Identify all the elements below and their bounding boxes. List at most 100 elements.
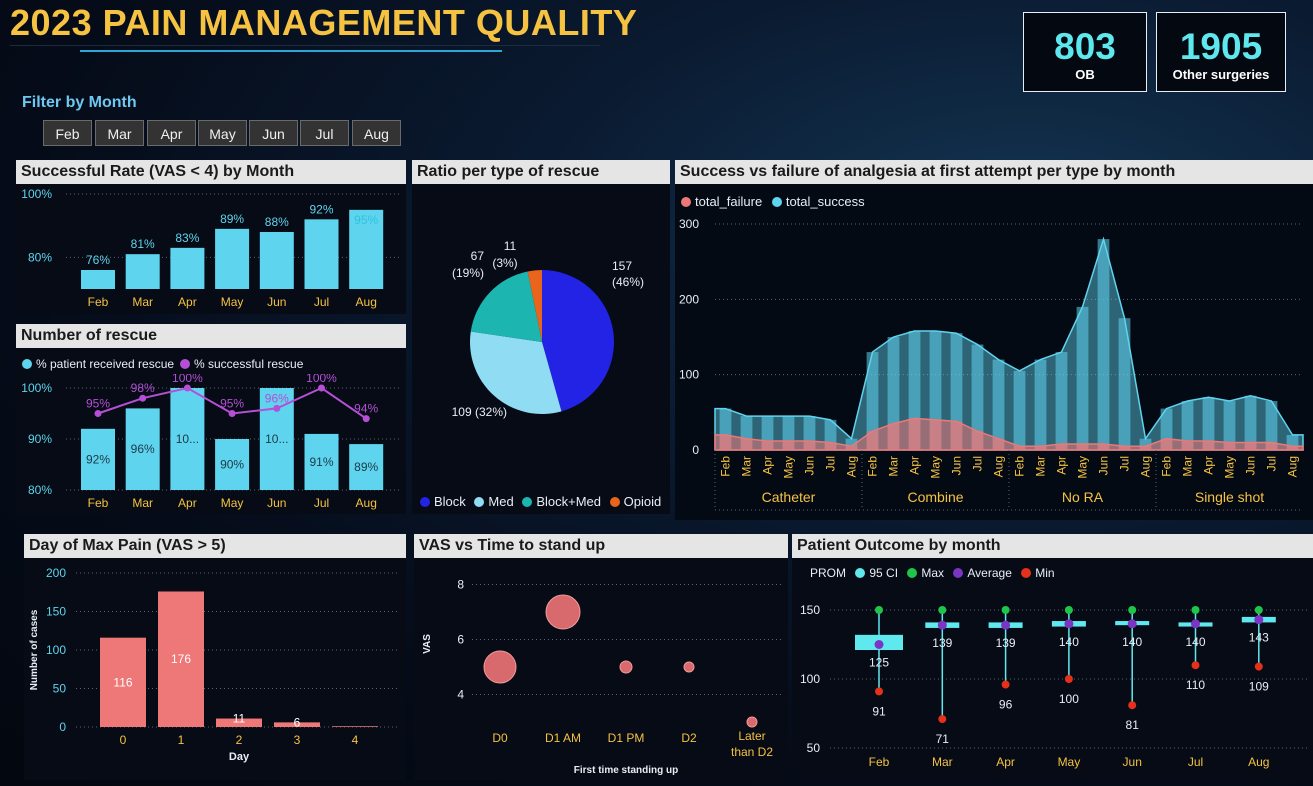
x-tick-label: Mar (1034, 456, 1048, 477)
x-tick-label: May (221, 295, 244, 309)
group-label: Combine (907, 489, 963, 505)
data-label: 176 (171, 652, 191, 666)
y-tick-label: 100 (679, 368, 699, 382)
x-tick-label: D0 (492, 731, 508, 745)
slice-pct: (19%) (452, 266, 484, 280)
month-button-jun[interactable]: Jun (249, 120, 298, 146)
legend-label: Max (921, 566, 945, 580)
filter-label: Filter by Month (22, 94, 137, 111)
failure-bar (1118, 446, 1131, 450)
legend-label: 95 CI (869, 566, 899, 580)
x-tick-label: Mar (932, 755, 953, 769)
x-tick-label: Mar (740, 456, 754, 477)
legend-dot-icon (855, 568, 866, 578)
min-point (1128, 701, 1137, 710)
failure-bar (866, 431, 879, 450)
y-tick-label: 6 (457, 633, 464, 647)
average-label: 125 (869, 656, 889, 670)
bar (125, 254, 160, 289)
y-tick-label: 4 (457, 688, 464, 702)
x-tick-label: 2 (236, 733, 243, 747)
ratio-legend: Block Med Block+Med Opioid (420, 494, 661, 509)
x-tick-label: Mar (1181, 456, 1195, 477)
month-button-jul[interactable]: Jul (300, 120, 349, 146)
line-label: 94% (354, 402, 378, 416)
month-button-apr[interactable]: Apr (147, 120, 196, 146)
max-pain-chart: 200150100500Number of cases 1160176111263… (29, 566, 399, 763)
legend-label: total_success (785, 194, 865, 209)
x-tick-label: Mar (887, 456, 901, 477)
x-tick-label: Mar (132, 496, 153, 510)
x-tick-label: Jul (1265, 456, 1279, 471)
kpi-card-other-surgeries: 1905 Other surgeries (1156, 12, 1286, 92)
month-button-aug[interactable]: Aug (352, 120, 401, 146)
month-button-feb[interactable]: Feb (43, 120, 92, 146)
kpi-other-value: 1905 (1179, 26, 1263, 67)
max-point (1064, 606, 1073, 614)
x-tick-label: Apr (996, 755, 1015, 769)
x-tick-label: Apr (178, 496, 197, 510)
scatter-point (483, 650, 517, 684)
x-tick-label: Apr (178, 295, 197, 309)
data-label: 92% (309, 202, 333, 216)
data-label: 76% (86, 253, 110, 267)
min-label: 96 (999, 698, 1013, 712)
analgesia-panel: Success vs failure of analgesia at first… (675, 160, 1313, 520)
average-label: 139 (996, 636, 1016, 650)
failure-bar (1223, 442, 1236, 450)
rescue-legend-successful: % successful rescue (180, 357, 303, 371)
month-button-may[interactable]: May (198, 120, 247, 146)
x-tick-label: Jun (1244, 456, 1258, 475)
x-axis-title: First time standing up (574, 765, 678, 776)
data-label: 116 (113, 675, 132, 689)
title-underline (80, 50, 502, 52)
failure-bar (1244, 442, 1257, 450)
legend-label: Block+Med (536, 494, 602, 509)
x-tick-label: Jun (803, 456, 817, 475)
x-tick-label: Aug (356, 295, 377, 309)
max-point (1254, 606, 1263, 614)
success-bar (1076, 306, 1089, 450)
legend-dot-icon (953, 568, 964, 578)
max-point (875, 606, 883, 614)
min-point (1064, 675, 1073, 683)
min-label: 100 (1059, 692, 1079, 706)
x-tick-label: Jun (267, 295, 286, 309)
rescue-chart: 100% 90% 80% 92% Feb 96% Mar 10... Apr 90% May 10..… (21, 374, 401, 510)
x-tick-label: Apr (761, 456, 775, 475)
data-label: 95% (354, 213, 378, 227)
legend-dot-icon (771, 197, 782, 207)
data-label: 91% (309, 455, 333, 469)
scatter-point (545, 594, 581, 630)
failure-bar (1055, 443, 1068, 450)
x-tick-label: Jul (1188, 755, 1203, 769)
line-label: 98% (131, 381, 155, 395)
failure-bar (1265, 442, 1278, 450)
success-rate-title: Successful Rate (VAS < 4) by Month (16, 160, 406, 184)
x-tick-label: D2 (681, 731, 697, 745)
x-tick-label: May (929, 456, 943, 479)
x-tick-label: Aug (1286, 456, 1300, 477)
min-label: 109 (1249, 680, 1269, 694)
x-tick-label: D1 PM (608, 731, 645, 745)
y-axis-title: Number of cases (29, 609, 40, 690)
x-tick-label: Feb (869, 755, 890, 769)
success-rate-chart: 100% 80% 76% Feb 81% Mar 83% Apr 89% May 88% Jun 92%… (21, 187, 401, 309)
x-tick-label: Jun (267, 496, 286, 510)
legend-dot-icon (180, 359, 190, 369)
dashboard-title: 2023 PAIN MANAGEMENT QUALITY (10, 2, 638, 43)
y-tick-label: 0 (59, 720, 66, 734)
y-tick-label: 100 (46, 643, 66, 657)
success-rate-panel: Successful Rate (VAS < 4) by Month 100% 8… (16, 160, 406, 314)
line-label: 96% (265, 391, 289, 405)
ratio-panel: Ratio per type of rescue 157 (46%) 109 (32… (412, 160, 670, 514)
x-tick-label: Aug (356, 496, 377, 510)
x-tick-label: Jun (950, 456, 964, 475)
x-tick-label: Jun (1123, 755, 1142, 769)
max-point (938, 606, 947, 614)
legend-label: % successful rescue (194, 357, 304, 371)
x-tick-label: Mar (132, 295, 153, 309)
average-label: 140 (1122, 635, 1142, 649)
y-tick-label: 150 (46, 605, 66, 619)
month-button-mar[interactable]: Mar (95, 120, 144, 146)
